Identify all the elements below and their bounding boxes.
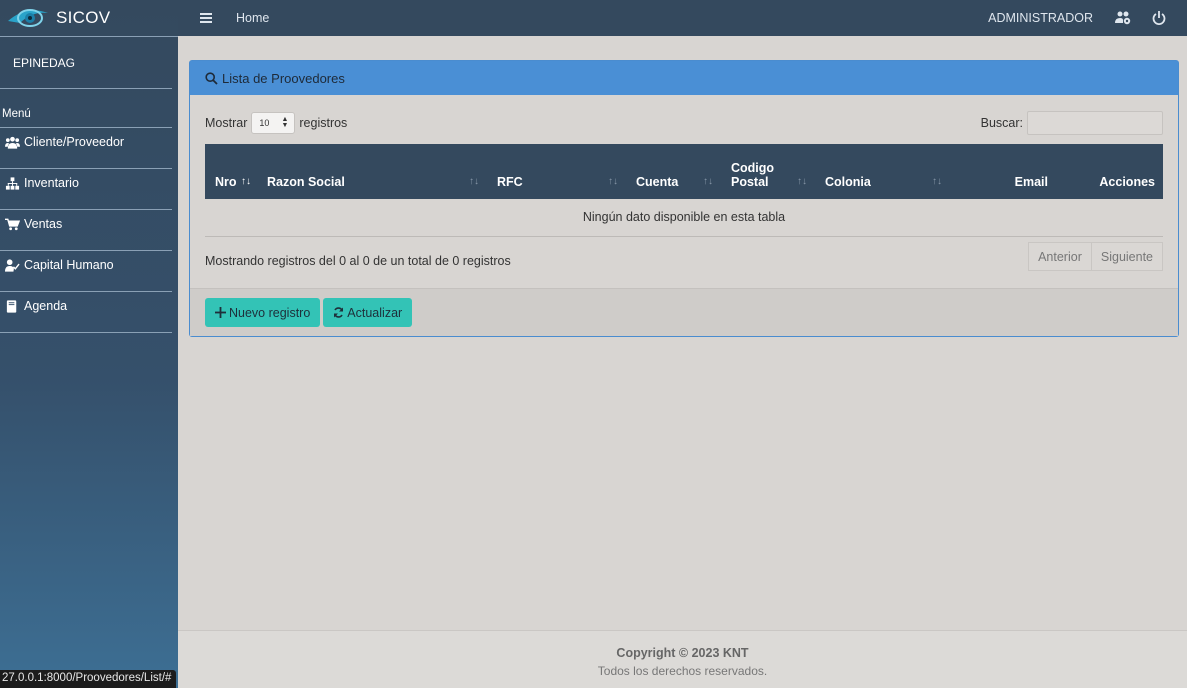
- eye-logo-icon: [8, 9, 48, 27]
- empty-table-message: Ningún dato disponible en esta tabla: [205, 199, 1163, 237]
- sidebar-item-label: Cliente/Proveedor: [24, 135, 125, 149]
- cart-icon: [5, 218, 20, 230]
- browser-status-url: 27.0.0.1:8000/Proovedores/List/#: [0, 670, 177, 688]
- search-icon: [205, 71, 218, 85]
- sidebar: SICOV EPINEDAG Menú Cliente/Proveedor In…: [0, 0, 178, 688]
- power-icon[interactable]: [1151, 11, 1167, 25]
- user-check-icon: [5, 258, 20, 272]
- book-icon: [6, 299, 17, 313]
- search-label: Buscar:: [980, 116, 1023, 130]
- sidebar-item-label: Agenda: [24, 299, 68, 313]
- column-header-razon-social[interactable]: Razon Social ↑↓: [257, 144, 487, 199]
- table-row: Ningún dato disponible en esta tabla: [205, 199, 1163, 237]
- new-record-label: Nuevo registro: [229, 305, 311, 320]
- users-cog-icon[interactable]: [1115, 11, 1131, 25]
- search-input[interactable]: [1027, 111, 1163, 135]
- previous-page-button[interactable]: Anterior: [1028, 242, 1092, 271]
- sidebar-item-label: Capital Humano: [24, 258, 114, 272]
- new-record-button[interactable]: Nuevo registro: [205, 298, 321, 327]
- sidebar-item-agenda[interactable]: Agenda: [0, 292, 172, 333]
- menu-title: Menú: [0, 89, 172, 128]
- copyright: Copyright © 2023 KNT: [616, 646, 749, 660]
- refresh-label: Actualizar: [347, 305, 403, 320]
- sidebar-item-label: Ventas: [24, 217, 63, 231]
- users-icon: [5, 136, 20, 149]
- page-footer: Copyright © 2023 KNT Todos los derechos …: [178, 630, 1187, 688]
- page-size-select[interactable]: 10 ▲ ▼: [251, 112, 296, 134]
- sidebar-username: EPINEDAG: [0, 37, 172, 89]
- refresh-button[interactable]: Actualizar: [323, 298, 413, 327]
- providers-table: Nro ↑↓ Razon Social ↑↓ RFC ↑↓ Cuenta ↑↓ Codi…: [205, 144, 1163, 237]
- app-name: SICOV: [56, 8, 111, 27]
- column-header-codigo-postal[interactable]: Codigo Postal ↑↓: [721, 144, 815, 199]
- brand[interactable]: SICOV: [0, 0, 178, 37]
- sort-icon: ↑↓: [608, 176, 618, 187]
- column-header-acciones: Acciones: [1099, 175, 1155, 189]
- table-header-row: Nro ↑↓ Razon Social ↑↓ RFC ↑↓ Cuenta ↑↓ Codi…: [205, 144, 1163, 199]
- plus-icon: [215, 307, 226, 318]
- pagination: Anterior Siguiente: [1028, 242, 1163, 271]
- page-size-value: 10: [259, 118, 270, 128]
- topbar: Home ADMINISTRADOR: [178, 0, 1187, 36]
- table-info: Mostrando registros del 0 al 0 de un tot…: [205, 254, 511, 268]
- rights-text: Todos los derechos reservados.: [597, 664, 768, 678]
- column-header-colonia[interactable]: Colonia ↑↓: [815, 144, 950, 199]
- user-menu[interactable]: ADMINISTRADOR: [988, 11, 1093, 25]
- sort-icon: ↑↓: [797, 176, 807, 187]
- sidebar-item-capital-humano[interactable]: Capital Humano: [0, 251, 172, 292]
- hamburger-menu-icon[interactable]: [200, 13, 212, 23]
- sidebar-item-inventario[interactable]: Inventario: [0, 169, 172, 210]
- panel-footer: Nuevo registro Actualizar: [190, 288, 1178, 336]
- sidebar-item-cliente-proveedor[interactable]: Cliente/Proveedor: [0, 128, 172, 169]
- panel-header: Lista de Proovedores: [190, 61, 1178, 95]
- column-header-cuenta[interactable]: Cuenta ↑↓: [626, 144, 721, 199]
- sort-icon: ↑↓: [703, 176, 713, 187]
- column-header-email[interactable]: Email: [950, 144, 1060, 199]
- sort-icon: ↑↓: [469, 176, 479, 187]
- column-header-nro[interactable]: Nro ↑↓: [205, 144, 257, 199]
- table-controls: Mostrar 10 ▲ ▼ registros Buscar:: [205, 110, 1163, 136]
- column-header-rfc[interactable]: RFC ↑↓: [487, 144, 626, 199]
- home-link[interactable]: Home: [236, 11, 269, 25]
- sitemap-icon: [5, 176, 20, 190]
- sidebar-item-label: Inventario: [24, 176, 79, 190]
- providers-panel: Lista de Proovedores Mostrar 10 ▲ ▼ regis…: [189, 60, 1179, 337]
- next-page-button[interactable]: Siguiente: [1091, 242, 1163, 271]
- refresh-icon: [334, 307, 344, 318]
- select-arrows-icon: ▲ ▼: [281, 116, 289, 129]
- panel-title: Lista de Proovedores: [222, 70, 345, 86]
- sort-asc-icon: ↑↓: [241, 176, 251, 187]
- sidebar-item-ventas[interactable]: Ventas: [0, 210, 172, 251]
- records-label: registros: [299, 116, 348, 130]
- show-label: Mostrar: [205, 116, 248, 130]
- sort-icon: ↑↓: [932, 176, 942, 187]
